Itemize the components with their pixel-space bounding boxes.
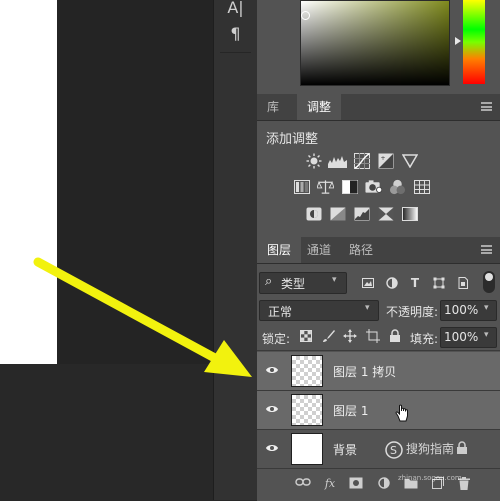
annotation-arrow	[33, 257, 252, 377]
